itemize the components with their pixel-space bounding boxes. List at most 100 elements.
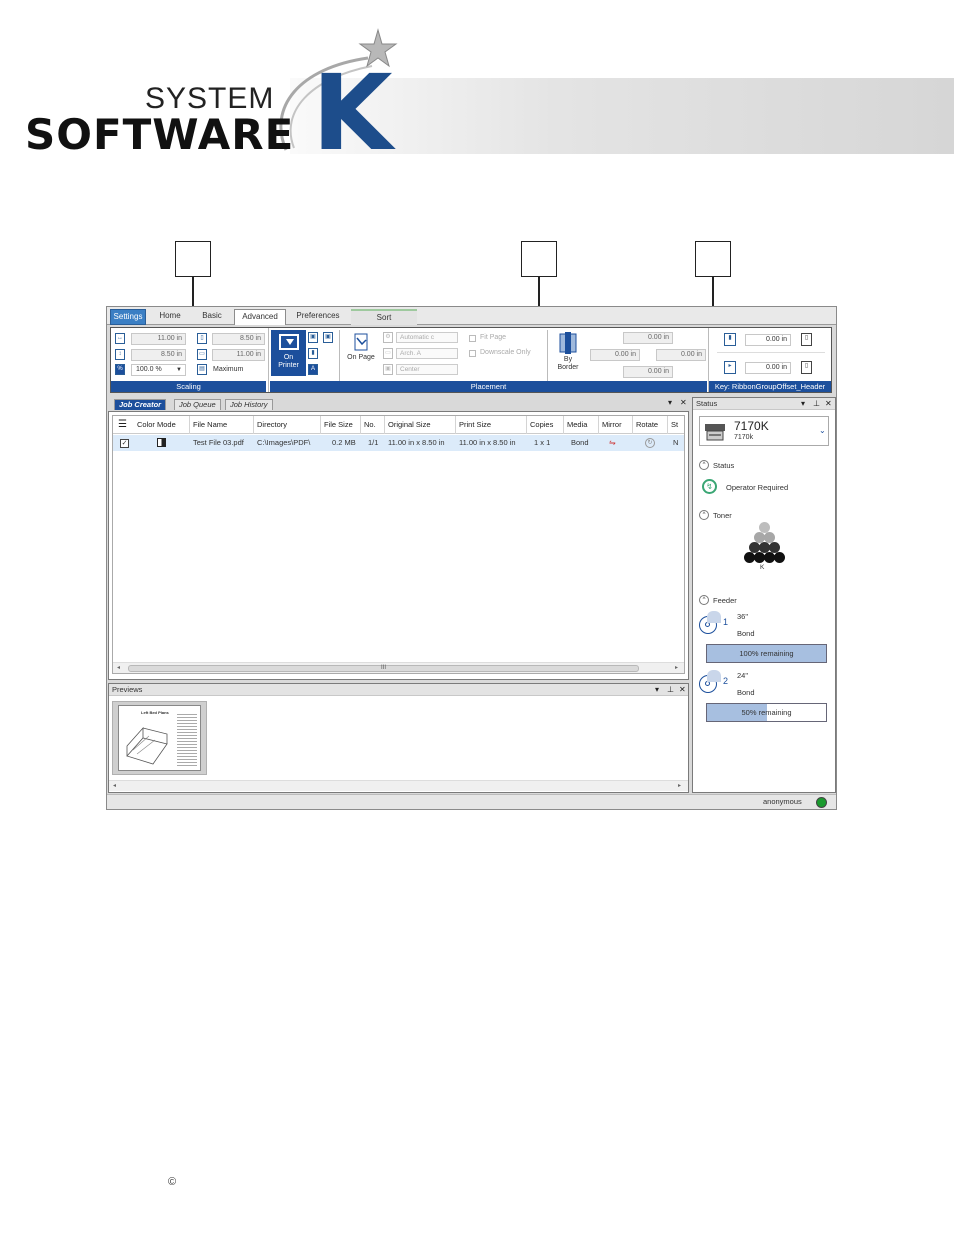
scroll-left-icon[interactable]: ◂ <box>113 781 116 791</box>
scroll-right-icon[interactable]: ▸ <box>675 663 678 673</box>
close-icon[interactable]: ✕ <box>679 684 686 696</box>
height-icon: ↕ <box>115 349 125 360</box>
offset-left-field[interactable]: 0.00 in <box>745 362 791 374</box>
panel-menu-icon[interactable]: ▾ <box>668 397 672 409</box>
preview-text-lines <box>177 714 197 768</box>
table-header: ☰ Color Mode File Name Directory File Si… <box>113 416 684 434</box>
col-no[interactable]: No. <box>361 416 385 434</box>
orientation-icon: ⚙ <box>383 332 393 343</box>
column-chooser-icon[interactable]: ☰ <box>118 420 127 430</box>
col-media[interactable]: Media <box>564 416 599 434</box>
scaling-height-field[interactable]: 8.50 in <box>131 349 186 361</box>
toner-heading: Toner <box>713 511 732 520</box>
col-original-size[interactable]: Original Size <box>385 416 456 434</box>
scrollbar-thumb[interactable]: III <box>128 665 639 672</box>
printer-select[interactable]: 7170K 7170k ⌄ <box>699 416 829 446</box>
col-file-size[interactable]: File Size <box>321 416 361 434</box>
max-width-field[interactable]: 8.50 in <box>212 333 265 345</box>
status-collapse-icon[interactable]: ^ <box>699 460 709 470</box>
col-directory[interactable]: Directory <box>254 416 321 434</box>
align-middle-icon[interactable]: ▮ <box>308 348 318 359</box>
align-top-right-icon[interactable]: ▣ <box>323 332 333 343</box>
callout-box-2 <box>521 241 557 277</box>
feeder-number: 2 <box>723 676 729 686</box>
connection-status-icon <box>816 797 827 808</box>
panel-menu-icon[interactable]: ▾ <box>801 398 805 410</box>
on-printer-button[interactable]: On Printer <box>271 330 306 376</box>
toner-collapse-icon[interactable]: ^ <box>699 510 709 520</box>
page-width-icon: ▯ <box>197 333 207 344</box>
max-height-field[interactable]: 11.00 in <box>212 349 265 361</box>
feeder-size: 24" <box>737 671 749 680</box>
col-mirror[interactable]: Mirror <box>599 416 633 434</box>
mirror-icon[interactable]: ⇋ <box>609 439 616 447</box>
fit-page-checkbox[interactable] <box>469 335 476 342</box>
row-select-checkbox[interactable]: ✓ <box>120 439 129 448</box>
offset-group-label: Key: RibbonGroupOffset_Header <box>709 381 831 392</box>
placement-auto-dropdown[interactable]: Automatic c <box>396 332 458 343</box>
by-border-button[interactable]: By Border <box>553 332 583 376</box>
bed-drawing-icon <box>126 726 168 765</box>
tab-preferences[interactable]: Preferences <box>290 309 346 325</box>
scroll-right-icon[interactable]: ▸ <box>678 781 681 791</box>
col-copies[interactable]: Copies <box>527 416 564 434</box>
printer-icon <box>705 424 725 441</box>
tab-basic[interactable]: Basic <box>193 309 231 325</box>
col-status[interactable]: St <box>668 416 684 434</box>
scroll-left-icon[interactable]: ◂ <box>117 663 120 673</box>
scaling-width-field[interactable]: 11.00 in <box>131 333 186 345</box>
tab-home[interactable]: Home <box>151 309 189 325</box>
horizontal-scrollbar[interactable]: ◂ III ▸ <box>113 662 684 673</box>
close-icon[interactable]: ✕ <box>825 398 832 410</box>
col-rotate[interactable]: Rotate <box>633 416 668 434</box>
brand-banner: SYSTEM SOFTWARE K <box>0 0 954 180</box>
position-dropdown[interactable]: Center <box>396 364 458 375</box>
cell-print-size: 11.00 in x 8.50 in <box>459 438 516 447</box>
col-print-size[interactable]: Print Size <box>456 416 527 434</box>
border-left-field[interactable]: 0.00 in <box>590 349 640 361</box>
tab-job-history[interactable]: Job History <box>225 399 273 410</box>
border-right-field[interactable]: 0.00 in <box>656 349 706 361</box>
paper-size-icon: ▭ <box>383 348 393 359</box>
printer-icon <box>278 334 299 350</box>
table-row[interactable]: ✓ Test File 03.pdf C:\Images\PDF\ 0.2 MB… <box>113 435 684 451</box>
chevron-down-icon: ⌄ <box>819 426 826 435</box>
maximum-icon[interactable]: ▤ <box>197 364 207 375</box>
user-label: anonymous <box>763 797 802 806</box>
pin-icon[interactable]: ⊥ <box>813 398 820 410</box>
paper-size-dropdown[interactable]: Arch. A <box>396 348 458 359</box>
previews-scrollbar[interactable]: ◂ ▸ <box>109 780 688 791</box>
offset-top-field[interactable]: 0.00 in <box>745 334 791 346</box>
align-auto-icon[interactable]: A <box>308 364 318 375</box>
percent-icon[interactable]: % <box>115 364 125 375</box>
pin-icon[interactable]: ⊥ <box>667 684 674 696</box>
by-border-label: By Border <box>557 356 579 371</box>
on-page-button[interactable]: On Page <box>347 332 375 376</box>
tab-job-creator[interactable]: Job Creator <box>114 399 167 410</box>
group-divider <box>547 330 548 382</box>
col-file-name[interactable]: File Name <box>190 416 254 434</box>
bw-mode-icon[interactable] <box>157 438 166 447</box>
previews-title: Previews <box>109 684 688 696</box>
feeder-collapse-icon[interactable]: ^ <box>699 595 709 605</box>
rotate-icon[interactable]: ↻ <box>645 438 655 448</box>
downscale-only-checkbox[interactable] <box>469 350 476 357</box>
preview-page-title: Left Bed Plans <box>141 710 169 715</box>
scaling-percent-select[interactable]: 100.0 % ▼ <box>131 364 186 376</box>
cell-media: Bond <box>571 438 589 447</box>
fit-page-label: Fit Page <box>480 334 507 341</box>
col-color-mode[interactable]: Color Mode <box>134 416 190 434</box>
cell-copies: 1 x 1 <box>534 438 551 447</box>
tab-job-queue[interactable]: Job Queue <box>174 399 221 410</box>
border-top-field[interactable]: 0.00 in <box>623 332 673 344</box>
tab-settings[interactable]: Settings <box>110 309 146 325</box>
close-icon[interactable]: ✕ <box>680 397 687 409</box>
tab-advanced[interactable]: Advanced <box>234 309 286 325</box>
align-top-left-icon[interactable]: ▣ <box>308 332 318 343</box>
group-divider <box>339 330 340 382</box>
scaling-group-label: Scaling <box>111 381 266 392</box>
panel-menu-icon[interactable]: ▾ <box>655 684 659 696</box>
border-bottom-field[interactable]: 0.00 in <box>623 366 673 378</box>
tab-sort[interactable]: Sort <box>351 309 417 325</box>
preview-thumbnail[interactable]: Left Bed Plans <box>112 701 207 775</box>
